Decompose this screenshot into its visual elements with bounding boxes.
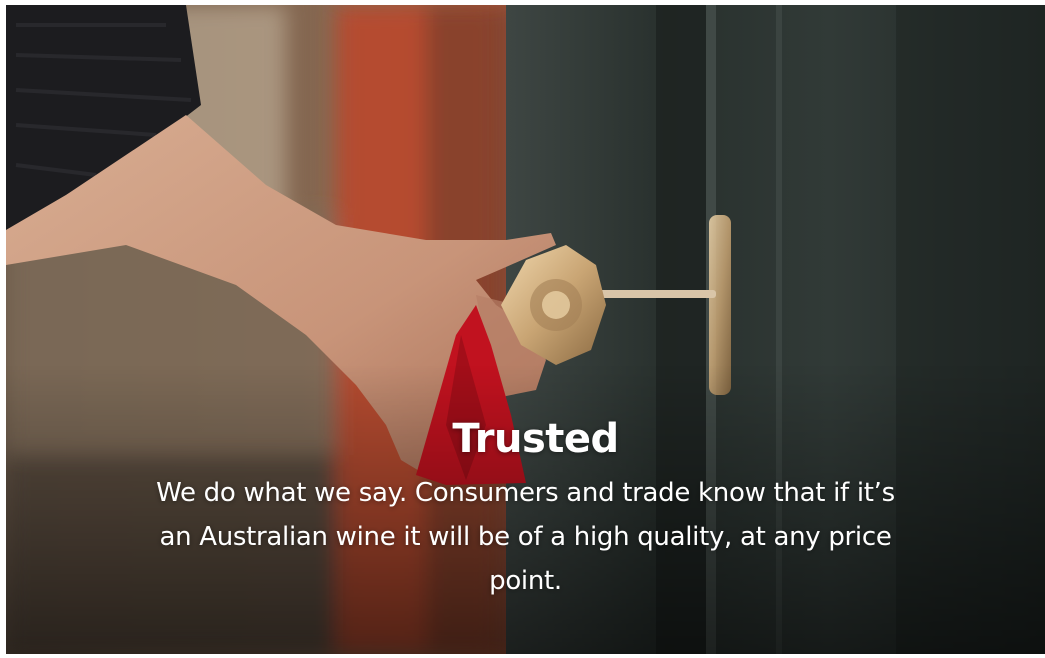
hero-banner: Trusted We do what we say. Consumers and…: [6, 5, 1045, 654]
hero-caption: Trusted We do what we say. Consumers and…: [6, 415, 1045, 603]
hero-title: Trusted: [452, 416, 619, 462]
hero-body: We do what we say. Consumers and trade k…: [156, 478, 895, 596]
